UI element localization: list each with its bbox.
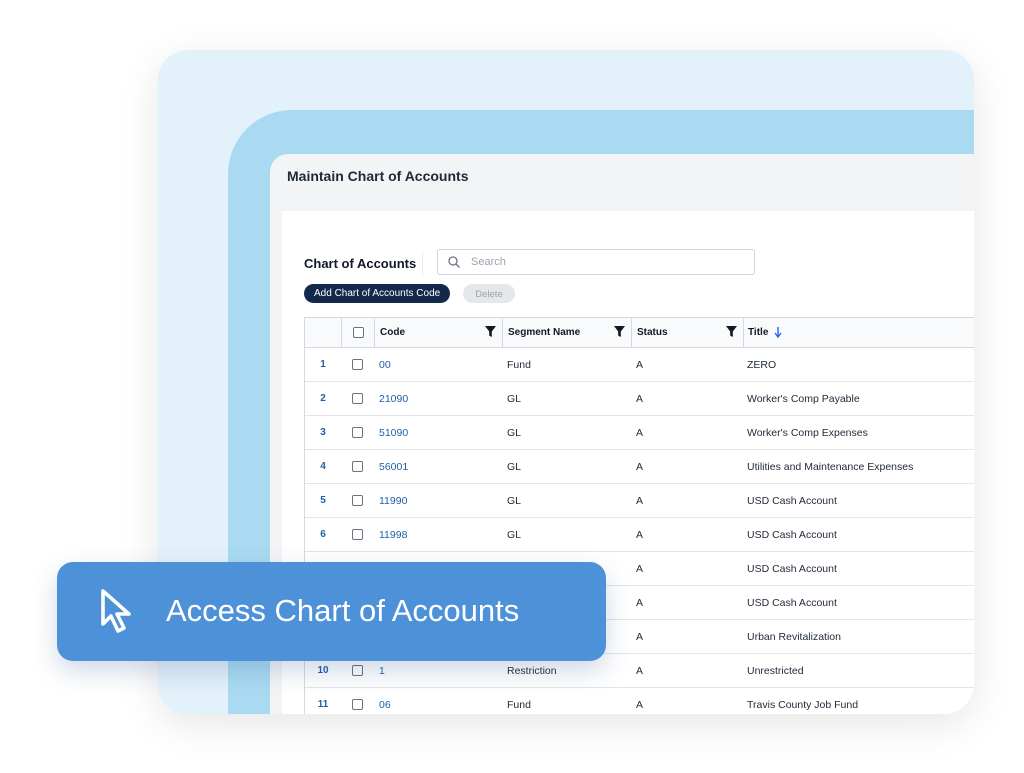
- status-cell: A: [636, 596, 644, 609]
- segment-name-cell: Fund: [507, 358, 531, 371]
- filter-icon[interactable]: [614, 326, 625, 337]
- row-index: 6: [320, 529, 326, 540]
- code-link[interactable]: 51090: [374, 427, 502, 439]
- title-cell: Travis County Job Fund: [747, 698, 859, 711]
- row-checkbox[interactable]: [352, 699, 363, 710]
- row-select-cell: [341, 495, 374, 506]
- row-index: 5: [320, 495, 326, 506]
- segment-name-cell: GL: [507, 392, 522, 405]
- row-index: 11: [317, 699, 329, 710]
- table-row[interactable]: 3 51090 GL A Worker's Comp Expenses: [305, 416, 974, 450]
- status-cell: A: [636, 426, 644, 439]
- add-chart-of-accounts-code-button[interactable]: Add Chart of Accounts Code: [304, 284, 451, 303]
- code-link[interactable]: 56001: [374, 461, 502, 473]
- table-row[interactable]: 11 06 Fund A Travis County Job Fund: [305, 688, 974, 714]
- title-cell: ZERO: [747, 358, 777, 371]
- status-cell: A: [636, 392, 644, 405]
- segment-name-cell: GL: [507, 528, 522, 541]
- code-link[interactable]: 00: [374, 359, 502, 371]
- title-cell: USD Cash Account: [747, 528, 837, 541]
- segment-name-cell: GL: [507, 494, 522, 507]
- title-cell: USD Cash Account: [747, 596, 837, 609]
- delete-button[interactable]: Delete: [463, 284, 515, 303]
- row-select-cell: [341, 699, 374, 710]
- row-index: 1: [320, 359, 326, 370]
- header-segment-name[interactable]: Segment Name: [502, 318, 631, 347]
- header-title[interactable]: Title: [743, 318, 974, 347]
- title-cell: Utilities and Maintenance Expenses: [747, 460, 914, 473]
- row-select-cell: [341, 529, 374, 540]
- header-status[interactable]: Status: [631, 318, 743, 347]
- header-code[interactable]: Code: [374, 318, 502, 347]
- header-title-label: Title: [748, 327, 769, 338]
- table-row[interactable]: 6 11998 GL A USD Cash Account: [305, 518, 974, 552]
- row-select-cell: [341, 665, 374, 676]
- code-link[interactable]: 11998: [374, 529, 502, 541]
- title-cell: Unrestricted: [747, 664, 804, 677]
- title-cell: USD Cash Account: [747, 562, 837, 575]
- search-box[interactable]: [437, 249, 755, 275]
- code-link[interactable]: 06: [374, 699, 502, 711]
- access-chart-banner[interactable]: Access Chart of Accounts: [57, 562, 606, 661]
- filter-icon[interactable]: [726, 326, 737, 337]
- cursor-arrow-icon: [101, 589, 131, 633]
- code-link[interactable]: 21090: [374, 393, 502, 405]
- panel-title: Chart of Accounts: [304, 256, 417, 271]
- table-row[interactable]: 5 11990 GL A USD Cash Account: [305, 484, 974, 518]
- row-checkbox[interactable]: [352, 665, 363, 676]
- status-cell: A: [636, 630, 644, 643]
- table-header: Code Segment Name Status Title: [305, 318, 974, 348]
- segment-name-cell: GL: [507, 460, 522, 473]
- select-all-checkbox[interactable]: [352, 327, 364, 338]
- row-checkbox[interactable]: [352, 495, 363, 506]
- filter-icon[interactable]: [485, 326, 496, 337]
- row-index: 10: [317, 665, 329, 676]
- banner-text: Access Chart of Accounts: [166, 593, 520, 628]
- table-row[interactable]: 1 00 Fund A ZERO: [305, 348, 974, 382]
- status-cell: A: [636, 664, 644, 677]
- header-index: [305, 318, 341, 347]
- header-segment-label: Segment Name: [508, 327, 581, 338]
- title-divider: [422, 253, 423, 275]
- table-row[interactable]: 4 56001 GL A Utilities and Maintenance Expen…: [305, 450, 974, 484]
- status-cell: A: [636, 698, 644, 711]
- segment-name-cell: GL: [507, 426, 522, 439]
- header-select-all: [341, 318, 374, 347]
- status-cell: A: [636, 528, 644, 541]
- status-cell: A: [636, 494, 644, 507]
- status-cell: A: [636, 358, 644, 371]
- row-index: 4: [320, 461, 326, 472]
- row-select-cell: [341, 427, 374, 438]
- search-input[interactable]: [469, 255, 733, 269]
- row-checkbox[interactable]: [352, 393, 363, 404]
- row-index: 2: [320, 393, 326, 404]
- row-checkbox[interactable]: [352, 427, 363, 438]
- row-checkbox[interactable]: [352, 359, 363, 370]
- table-row[interactable]: 2 21090 GL A Worker's Comp Payable: [305, 382, 974, 416]
- row-select-cell: [341, 359, 374, 370]
- code-link[interactable]: 11990: [374, 495, 502, 507]
- row-select-cell: [341, 393, 374, 404]
- row-checkbox[interactable]: [352, 461, 363, 472]
- title-cell: Worker's Comp Expenses: [747, 426, 868, 439]
- row-checkbox[interactable]: [352, 529, 363, 540]
- code-link[interactable]: 1: [374, 665, 502, 677]
- sort-arrow-icon[interactable]: [774, 327, 782, 338]
- row-select-cell: [341, 461, 374, 472]
- title-cell: Worker's Comp Payable: [747, 392, 860, 405]
- title-cell: USD Cash Account: [747, 494, 837, 507]
- row-index: 3: [320, 427, 326, 438]
- segment-name-cell: Restriction: [507, 664, 557, 677]
- segment-name-cell: Fund: [507, 698, 531, 711]
- search-icon: [448, 256, 460, 268]
- window-title: Maintain Chart of Accounts: [287, 168, 469, 184]
- title-cell: Urban Revitalization: [747, 630, 841, 643]
- header-status-label: Status: [637, 327, 668, 338]
- status-cell: A: [636, 460, 644, 473]
- header-code-label: Code: [380, 327, 405, 338]
- status-cell: A: [636, 562, 644, 575]
